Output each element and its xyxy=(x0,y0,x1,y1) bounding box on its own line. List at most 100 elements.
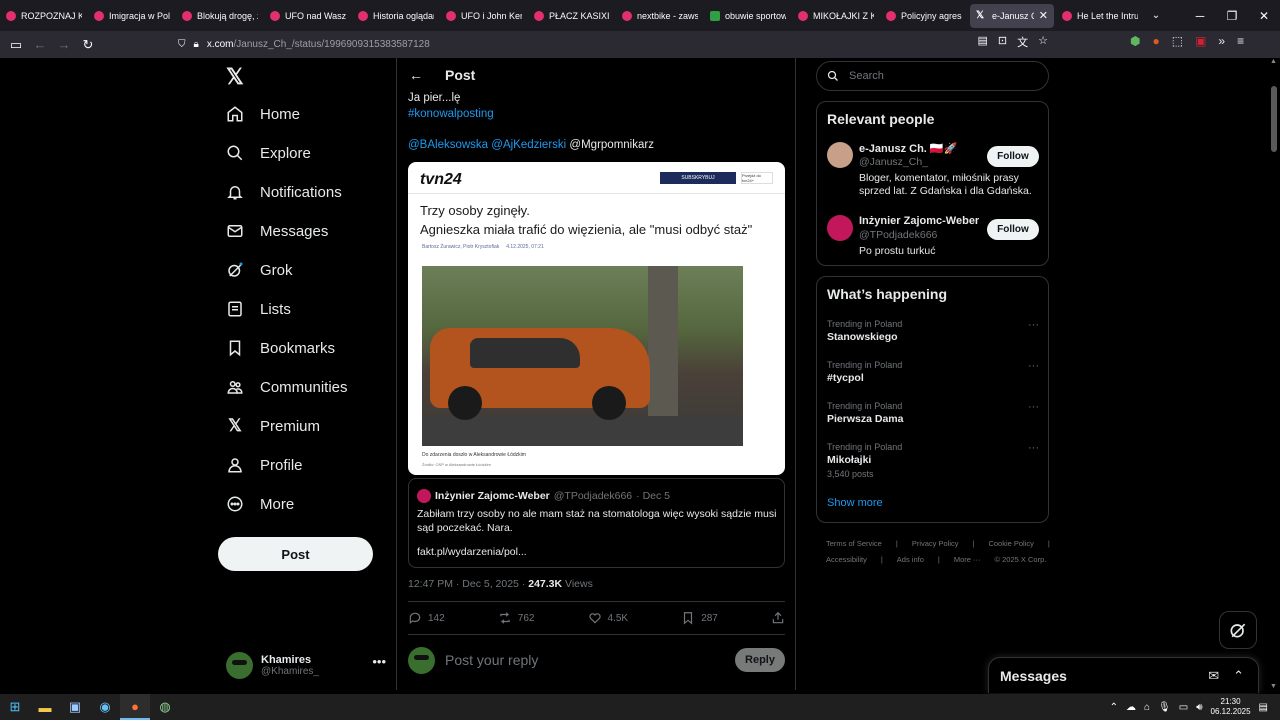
nav-messages[interactable]: Messages xyxy=(226,222,328,240)
reply-button[interactable]: Reply xyxy=(735,648,785,672)
nav-grok[interactable]: Grok xyxy=(226,261,293,279)
scroll-up-icon[interactable]: ▲ xyxy=(1270,58,1277,65)
browser-tab[interactable]: Policyjny agreso xyxy=(880,0,968,31)
footer-link[interactable]: Cookie Policy xyxy=(988,539,1033,548)
reply-input[interactable]: Post your reply xyxy=(445,652,538,668)
more-dots-icon[interactable]: ··· xyxy=(1028,401,1039,413)
minimize-icon[interactable]: ─ xyxy=(1184,9,1216,23)
account-switcher[interactable]: Khamires @Khamires_ ••• xyxy=(226,648,386,682)
volume-icon[interactable]: 🔊︎ xyxy=(1196,702,1202,713)
nav-lists[interactable]: Lists xyxy=(226,300,291,318)
network-icon[interactable]: ⌂ xyxy=(1144,702,1150,713)
more-dots-icon[interactable]: ··· xyxy=(1028,360,1039,372)
scroll-thumb[interactable] xyxy=(1271,86,1277,152)
back-arrow-icon[interactable]: ← xyxy=(409,67,423,83)
browser-tab[interactable]: nextbike - zawsz xyxy=(616,0,704,31)
firefox-icon[interactable]: ● xyxy=(120,694,150,720)
trend-item[interactable]: Trending in Poland Stanowskiego ··· xyxy=(827,319,1039,343)
browser-tab-active[interactable]: 𝕏e-Janusz Ch.✕ xyxy=(970,3,1054,28)
footer-link[interactable]: Ads info xyxy=(897,555,924,564)
post-button[interactable]: Post xyxy=(218,537,373,571)
person-card[interactable]: Inżynier Zajomc-Weber @TPodjadek666 Po p… xyxy=(827,215,1039,260)
mention-link[interactable]: @AjKedzierski xyxy=(491,139,566,151)
nav-bookmarks[interactable]: Bookmarks xyxy=(226,339,335,357)
footer-link[interactable]: Privacy Policy xyxy=(912,539,959,548)
nav-more[interactable]: More xyxy=(226,495,294,513)
trend-item[interactable]: Trending in Poland Pierwsza Dama ··· xyxy=(827,401,1039,425)
remote-desktop-icon[interactable]: ▣ xyxy=(60,694,90,720)
translate-icon[interactable]: 文 xyxy=(1017,34,1028,50)
sidebar-toggle-icon[interactable]: ▭ xyxy=(4,37,28,53)
badge-extension-icon[interactable]: ▣ xyxy=(1195,34,1206,48)
expand-up-icon[interactable]: ⌃ xyxy=(1233,668,1244,684)
footer-link[interactable]: More ··· xyxy=(954,555,981,564)
browser-tab[interactable]: Blokują drogę, z xyxy=(176,0,264,31)
follow-button[interactable]: Follow xyxy=(987,146,1039,167)
footer-link[interactable]: Accessibility xyxy=(826,555,867,564)
nav-profile[interactable]: Profile xyxy=(226,456,303,474)
back-arrow-icon[interactable]: ← xyxy=(28,37,52,52)
microphone-icon[interactable]: 🎙︎ xyxy=(1158,702,1171,713)
search-input[interactable]: Search xyxy=(816,61,1049,91)
nav-explore[interactable]: Explore xyxy=(226,144,311,162)
mention-text[interactable]: @Mgrpomnikarz xyxy=(569,139,654,151)
browser-tab[interactable]: PŁACZ KASIXI LE xyxy=(528,0,616,31)
nav-home[interactable]: Home xyxy=(226,105,300,123)
browser-tab[interactable]: UFO nad Waszyn xyxy=(264,0,352,31)
nav-communities[interactable]: Communities xyxy=(226,378,348,396)
browser-tab[interactable]: Imigracja w Pols xyxy=(88,0,176,31)
reader-view-icon[interactable]: ▤ xyxy=(978,34,988,50)
overflow-chevron-icon[interactable]: » xyxy=(1218,34,1225,48)
windows-start-icon[interactable]: ⊞ xyxy=(0,694,30,720)
star-icon[interactable]: ☆ xyxy=(1038,34,1048,50)
browser-tab[interactable]: He Let the Intru xyxy=(1056,0,1144,31)
nav-notifications[interactable]: Notifications xyxy=(226,183,342,201)
browser-tab[interactable]: ROZPOZNAJ KO xyxy=(0,0,88,31)
nav-premium[interactable]: 𝕏 Premium xyxy=(226,416,320,435)
trend-item[interactable]: Trending in Poland Mikołajki 3,540 posts… xyxy=(827,442,1039,479)
chevron-down-icon[interactable]: ⌄ xyxy=(1144,10,1168,21)
forward-arrow-icon[interactable]: → xyxy=(52,37,76,52)
chevron-up-icon[interactable]: ⌃ xyxy=(1110,702,1118,713)
hashtag-link[interactable]: #konowalposting xyxy=(408,108,494,120)
address-bar[interactable]: ⛉ 🔒︎ x.com/Janusz_Ch_/status/19969093153… xyxy=(178,34,1048,55)
show-more-link[interactable]: Show more xyxy=(827,497,883,509)
browser-tab[interactable]: Historia oglądan xyxy=(352,0,440,31)
more-dots-icon[interactable]: ••• xyxy=(372,654,386,669)
like-action[interactable]: 4.5K xyxy=(588,611,628,625)
bookmark-action[interactable]: 287 xyxy=(681,611,718,625)
new-message-icon[interactable]: ✉ xyxy=(1208,668,1219,684)
close-window-icon[interactable]: ✕ xyxy=(1248,9,1280,23)
app-icon[interactable]: ◍ xyxy=(150,694,180,720)
follow-button[interactable]: Follow xyxy=(987,219,1039,240)
maximize-icon[interactable]: ❐ xyxy=(1216,9,1248,23)
mention-link[interactable]: @BAleksowska xyxy=(408,139,488,151)
browser-tab[interactable]: obuwie sportow xyxy=(704,0,792,31)
clock[interactable]: 21:30 06.12.2025 xyxy=(1211,697,1251,717)
quoted-post[interactable]: Inżynier Zajomc-Weber @TPodjadek666 · De… xyxy=(408,478,785,568)
more-dots-icon[interactable]: ··· xyxy=(1028,319,1039,331)
cloud-icon[interactable]: ☁ xyxy=(1126,702,1136,713)
repost-action[interactable]: 762 xyxy=(498,611,534,625)
reload-icon[interactable]: ↻ xyxy=(76,37,100,53)
more-dots-icon[interactable]: ··· xyxy=(1028,442,1039,454)
close-tab-icon[interactable]: ✕ xyxy=(1039,9,1048,22)
share-action[interactable] xyxy=(771,611,785,625)
grok-button[interactable] xyxy=(1219,611,1257,649)
display-icon[interactable]: ▭ xyxy=(1179,702,1188,713)
x-logo-icon[interactable]: 𝕏 xyxy=(226,64,244,90)
scroll-down-icon[interactable]: ▼ xyxy=(1270,683,1277,690)
fox-extension-icon[interactable]: ● xyxy=(1152,34,1159,48)
post-image[interactable]: tvn24 SUBSKRYBUJ Przejdź do tvn24+ Trzy … xyxy=(408,162,785,475)
extensions-icon[interactable]: ⬚ xyxy=(1172,34,1183,48)
menu-icon[interactable]: ≡ xyxy=(1237,34,1244,48)
shield-icon[interactable]: ⛉ xyxy=(178,39,186,50)
file-explorer-icon[interactable]: ▬ xyxy=(30,694,60,720)
browser-tab[interactable]: UFO i John Kenn xyxy=(440,0,528,31)
quoted-link[interactable]: fakt.pl/wydarzenia/pol... xyxy=(417,546,527,558)
person-card[interactable]: e-Janusz Ch. 🇵🇱🚀 @Janusz_Ch_ Bloger, kom… xyxy=(827,142,1039,202)
trend-item[interactable]: Trending in Poland #tycpol ··· xyxy=(827,360,1039,384)
lock-icon[interactable]: 🔒︎ xyxy=(194,39,199,50)
steam-icon[interactable]: ◉ xyxy=(90,694,120,720)
scrollbar[interactable]: ▲ ▼ xyxy=(1268,58,1280,690)
